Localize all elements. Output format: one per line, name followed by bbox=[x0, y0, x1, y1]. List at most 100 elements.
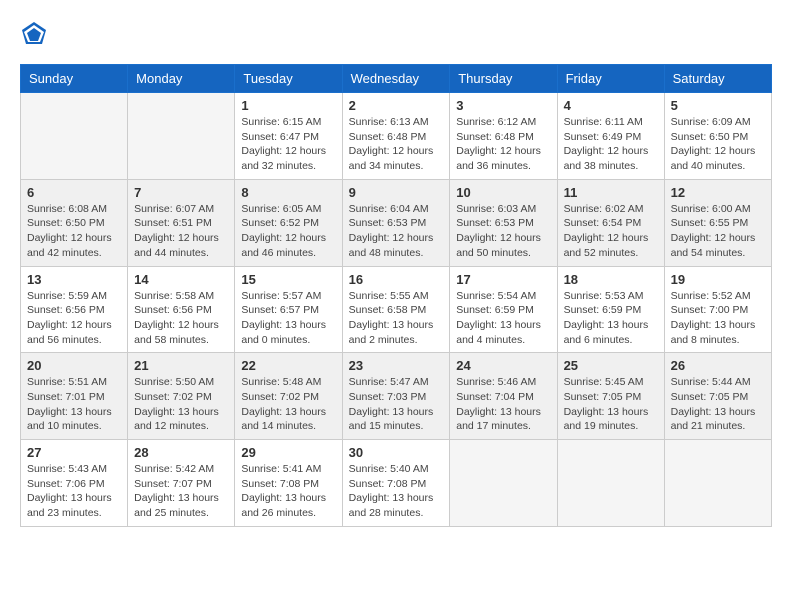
page-header bbox=[20, 20, 772, 48]
weekday-header-sunday: Sunday bbox=[21, 65, 128, 93]
calendar-cell: 8 Sunrise: 6:05 AM Sunset: 6:52 PM Daylig… bbox=[235, 179, 342, 266]
calendar-cell: 13 Sunrise: 5:59 AM Sunset: 6:56 PM Dayli… bbox=[21, 266, 128, 353]
day-info: Sunrise: 5:51 AM Sunset: 7:01 PM Dayligh… bbox=[27, 375, 121, 434]
day-number: 10 bbox=[456, 185, 550, 200]
day-number: 26 bbox=[671, 358, 765, 373]
calendar-cell: 16Sunrise: 5:55 AM Sunset: 6:58 PM Dayli… bbox=[342, 266, 450, 353]
calendar-cell bbox=[557, 440, 664, 527]
day-number: 19 bbox=[671, 272, 765, 287]
calendar-cell bbox=[128, 93, 235, 180]
calendar-cell: 17 Sunrise: 5:54 AM Sunset: 6:59 PM Dayli… bbox=[450, 266, 557, 353]
day-number: 5 bbox=[671, 98, 765, 113]
day-info: Sunrise: 5:53 AM Sunset: 6:59 PM Dayligh… bbox=[564, 289, 658, 348]
logo bbox=[20, 20, 52, 48]
day-number: 23 bbox=[349, 358, 444, 373]
day-number: 12 bbox=[671, 185, 765, 200]
day-number: 15 bbox=[241, 272, 335, 287]
day-number: 24 bbox=[456, 358, 550, 373]
day-number: 27 bbox=[27, 445, 121, 460]
calendar-cell: 21 Sunrise: 5:50 AM Sunset: 7:02 PM Dayli… bbox=[128, 353, 235, 440]
day-info: Sunrise: 6:13 AM Sunset: 6:48 PM Dayligh… bbox=[349, 115, 444, 174]
day-info: Sunrise: 6:02 AM Sunset: 6:54 PM Dayligh… bbox=[564, 202, 658, 261]
day-number: 28 bbox=[134, 445, 228, 460]
day-info: Sunrise: 5:47 AM Sunset: 7:03 PM Dayligh… bbox=[349, 375, 444, 434]
calendar-cell: 10 Sunrise: 6:03 AM Sunset: 6:53 PM Dayli… bbox=[450, 179, 557, 266]
calendar-week-row: 27 Sunrise: 5:43 AM Sunset: 7:06 PM Dayli… bbox=[21, 440, 772, 527]
calendar-cell: 11 Sunrise: 6:02 AM Sunset: 6:54 PM Dayli… bbox=[557, 179, 664, 266]
calendar-cell: 24Sunrise: 5:46 AM Sunset: 7:04 PM Dayli… bbox=[450, 353, 557, 440]
calendar-cell: 12 Sunrise: 6:00 AM Sunset: 6:55 PM Dayli… bbox=[664, 179, 771, 266]
calendar-cell bbox=[664, 440, 771, 527]
day-number: 14 bbox=[134, 272, 228, 287]
day-number: 4 bbox=[564, 98, 658, 113]
weekday-header-wednesday: Wednesday bbox=[342, 65, 450, 93]
calendar-cell: 23 Sunrise: 5:47 AM Sunset: 7:03 PM Dayli… bbox=[342, 353, 450, 440]
day-number: 30 bbox=[349, 445, 444, 460]
weekday-header-thursday: Thursday bbox=[450, 65, 557, 93]
calendar-cell: 7Sunrise: 6:07 AM Sunset: 6:51 PM Daylig… bbox=[128, 179, 235, 266]
day-info: Sunrise: 6:00 AM Sunset: 6:55 PM Dayligh… bbox=[671, 202, 765, 261]
day-info: Sunrise: 5:41 AM Sunset: 7:08 PM Dayligh… bbox=[241, 462, 335, 521]
day-info: Sunrise: 6:09 AM Sunset: 6:50 PM Dayligh… bbox=[671, 115, 765, 174]
day-info: Sunrise: 5:59 AM Sunset: 6:56 PM Dayligh… bbox=[27, 289, 121, 348]
day-info: Sunrise: 6:03 AM Sunset: 6:53 PM Dayligh… bbox=[456, 202, 550, 261]
weekday-header-row: SundayMondayTuesdayWednesdayThursdayFrid… bbox=[21, 65, 772, 93]
day-number: 2 bbox=[349, 98, 444, 113]
day-info: Sunrise: 5:42 AM Sunset: 7:07 PM Dayligh… bbox=[134, 462, 228, 521]
day-number: 13 bbox=[27, 272, 121, 287]
calendar-cell: 26 Sunrise: 5:44 AM Sunset: 7:05 PM Dayli… bbox=[664, 353, 771, 440]
day-info: Sunrise: 5:40 AM Sunset: 7:08 PM Dayligh… bbox=[349, 462, 444, 521]
day-number: 11 bbox=[564, 185, 658, 200]
calendar-cell: 19 Sunrise: 5:52 AM Sunset: 7:00 PM Dayli… bbox=[664, 266, 771, 353]
weekday-header-monday: Monday bbox=[128, 65, 235, 93]
calendar-week-row: 1Sunrise: 6:15 AM Sunset: 6:47 PM Daylig… bbox=[21, 93, 772, 180]
calendar-cell bbox=[450, 440, 557, 527]
calendar-cell: 28 Sunrise: 5:42 AM Sunset: 7:07 PM Dayli… bbox=[128, 440, 235, 527]
calendar-cell: 15 Sunrise: 5:57 AM Sunset: 6:57 PM Dayli… bbox=[235, 266, 342, 353]
logo-icon bbox=[20, 20, 48, 48]
calendar-cell: 30 Sunrise: 5:40 AM Sunset: 7:08 PM Dayli… bbox=[342, 440, 450, 527]
day-number: 6 bbox=[27, 185, 121, 200]
calendar-cell: 3Sunrise: 6:12 AM Sunset: 6:48 PM Daylig… bbox=[450, 93, 557, 180]
day-info: Sunrise: 5:52 AM Sunset: 7:00 PM Dayligh… bbox=[671, 289, 765, 348]
day-number: 8 bbox=[241, 185, 335, 200]
day-info: Sunrise: 5:48 AM Sunset: 7:02 PM Dayligh… bbox=[241, 375, 335, 434]
calendar-week-row: 6 Sunrise: 6:08 AM Sunset: 6:50 PM Daylig… bbox=[21, 179, 772, 266]
day-number: 18 bbox=[564, 272, 658, 287]
calendar-cell: 2 Sunrise: 6:13 AM Sunset: 6:48 PM Daylig… bbox=[342, 93, 450, 180]
day-number: 25 bbox=[564, 358, 658, 373]
calendar-cell: 22Sunrise: 5:48 AM Sunset: 7:02 PM Dayli… bbox=[235, 353, 342, 440]
day-info: Sunrise: 5:44 AM Sunset: 7:05 PM Dayligh… bbox=[671, 375, 765, 434]
day-info: Sunrise: 5:55 AM Sunset: 6:58 PM Dayligh… bbox=[349, 289, 444, 348]
calendar-week-row: 20 Sunrise: 5:51 AM Sunset: 7:01 PM Dayli… bbox=[21, 353, 772, 440]
day-info: Sunrise: 6:08 AM Sunset: 6:50 PM Dayligh… bbox=[27, 202, 121, 261]
weekday-header-tuesday: Tuesday bbox=[235, 65, 342, 93]
day-info: Sunrise: 5:54 AM Sunset: 6:59 PM Dayligh… bbox=[456, 289, 550, 348]
day-info: Sunrise: 5:58 AM Sunset: 6:56 PM Dayligh… bbox=[134, 289, 228, 348]
calendar-cell: 9 Sunrise: 6:04 AM Sunset: 6:53 PM Daylig… bbox=[342, 179, 450, 266]
calendar-cell: 4 Sunrise: 6:11 AM Sunset: 6:49 PM Daylig… bbox=[557, 93, 664, 180]
calendar-cell: 14 Sunrise: 5:58 AM Sunset: 6:56 PM Dayli… bbox=[128, 266, 235, 353]
calendar-cell: 1Sunrise: 6:15 AM Sunset: 6:47 PM Daylig… bbox=[235, 93, 342, 180]
day-number: 17 bbox=[456, 272, 550, 287]
calendar-cell: 20 Sunrise: 5:51 AM Sunset: 7:01 PM Dayli… bbox=[21, 353, 128, 440]
day-info: Sunrise: 5:50 AM Sunset: 7:02 PM Dayligh… bbox=[134, 375, 228, 434]
day-info: Sunrise: 6:12 AM Sunset: 6:48 PM Dayligh… bbox=[456, 115, 550, 174]
calendar-cell: 25Sunrise: 5:45 AM Sunset: 7:05 PM Dayli… bbox=[557, 353, 664, 440]
day-number: 9 bbox=[349, 185, 444, 200]
calendar-cell bbox=[21, 93, 128, 180]
day-number: 21 bbox=[134, 358, 228, 373]
day-info: Sunrise: 6:05 AM Sunset: 6:52 PM Dayligh… bbox=[241, 202, 335, 261]
day-number: 1 bbox=[241, 98, 335, 113]
weekday-header-saturday: Saturday bbox=[664, 65, 771, 93]
calendar-cell: 27 Sunrise: 5:43 AM Sunset: 7:06 PM Dayli… bbox=[21, 440, 128, 527]
calendar-cell: 6 Sunrise: 6:08 AM Sunset: 6:50 PM Daylig… bbox=[21, 179, 128, 266]
day-number: 29 bbox=[241, 445, 335, 460]
day-number: 7 bbox=[134, 185, 228, 200]
weekday-header-friday: Friday bbox=[557, 65, 664, 93]
day-info: Sunrise: 6:04 AM Sunset: 6:53 PM Dayligh… bbox=[349, 202, 444, 261]
day-info: Sunrise: 5:57 AM Sunset: 6:57 PM Dayligh… bbox=[241, 289, 335, 348]
day-info: Sunrise: 5:43 AM Sunset: 7:06 PM Dayligh… bbox=[27, 462, 121, 521]
day-number: 20 bbox=[27, 358, 121, 373]
day-info: Sunrise: 6:11 AM Sunset: 6:49 PM Dayligh… bbox=[564, 115, 658, 174]
